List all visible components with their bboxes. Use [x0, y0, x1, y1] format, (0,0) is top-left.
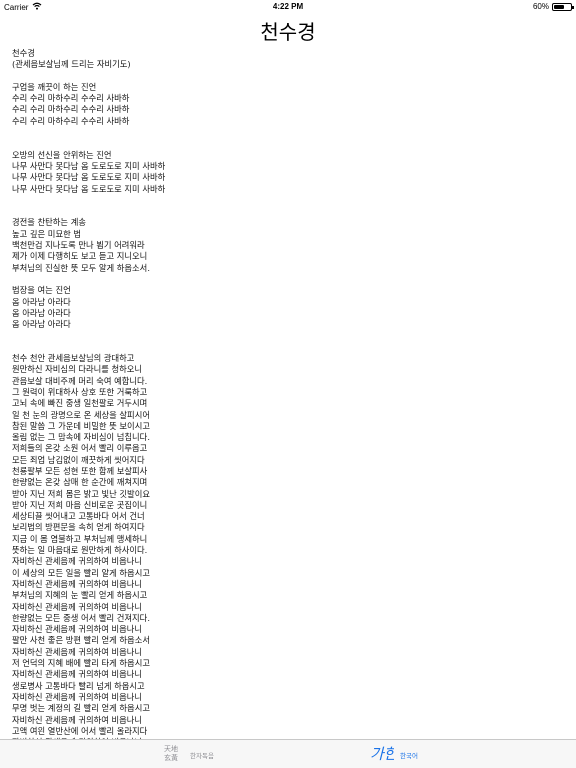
text-line: 천룡팔부 모든 성현 또한 함께 보살피사 — [12, 465, 148, 476]
text-line: 나무 사만다 못다남 옴 도로도로 지미 사바하 — [12, 172, 166, 183]
text-line: 일 천 눈의 광명으로 온 세상을 살피시어 — [12, 409, 150, 420]
text-line: 원만하신 자비심의 다라니를 청하오니 — [12, 364, 143, 375]
tab-korean-label: 한국어 — [400, 751, 418, 760]
text-line: 관음보살 대비주께 머리 숙여 예합니다. — [12, 375, 148, 386]
text-line: 옴 아라남 아라다 — [12, 296, 71, 307]
text-line: 옴 아라남 아라다 — [12, 319, 71, 330]
text-line: 높고 깊은 미묘한 법 — [12, 228, 81, 239]
tab-hanja-label: 한자독음 — [190, 751, 214, 760]
text-line: 수리 수리 마하수리 수수리 사바하 — [12, 93, 130, 104]
text-line: 자비하신 관세음께 귀의하여 비옵나니 — [12, 691, 143, 702]
text-line: 받아 지닌 저희 마음 신비로운 곳집이니 — [12, 499, 148, 510]
text-line: 보리법의 방편문을 속히 얻게 하여지다 — [12, 522, 145, 533]
text-line: 천수 천안 관세음보살님의 광대하고 — [12, 353, 135, 364]
text-line: 생로병사 고통바다 빨리 넘게 하옵시고 — [12, 680, 145, 691]
text-line: 나무 사만다 못다남 옴 도로도로 지미 사바하 — [12, 183, 166, 194]
text-line: 오방의 선신을 안위하는 진언 — [12, 149, 112, 160]
text-line: 경전을 찬탄하는 계송 — [12, 217, 86, 228]
text-line: 참된 말씀 그 가운데 비밀한 뜻 보이시고 — [12, 420, 150, 431]
status-right: 60% — [532, 2, 574, 11]
battery-level — [554, 4, 564, 9]
text-line: 세상티끌 씻어내고 고통바다 어서 건너 — [12, 511, 145, 522]
hangul-icon: 가한 — [370, 743, 400, 767]
page-title: 천수경 — [260, 20, 316, 44]
text-line: 이 세상의 모든 일을 빨리 알게 하옵시고 — [12, 567, 150, 578]
text-line: 저희들의 온갖 소원 어서 빨리 이루옵고 — [12, 443, 148, 454]
battery-percent: 60% — [532, 2, 549, 11]
text-line: 백천만겁 지나도록 만나 뵙기 어려워라 — [12, 240, 145, 251]
status-time: 4:22 PM — [272, 2, 304, 11]
text-line: 수리 수리 마하수리 수수리 사바하 — [12, 104, 130, 115]
text-line: 고뇌 속에 빠진 중생 일천팔로 거두시며 — [12, 398, 148, 409]
text-line: 천수경 — [12, 48, 35, 58]
text-line: 제가 이제 다행히도 보고 듣고 지니오니 — [12, 251, 148, 262]
text-line: 한량없는 온갖 삼매 한 순간에 깨쳐지며 — [12, 477, 148, 488]
text-line: 자비하신 관세음께 귀의하여 비옵나니 — [12, 601, 143, 612]
text-line: 모든 죄업 남김없이 깨끗하게 씻어지다 — [12, 454, 145, 465]
text-line: 한량없는 모든 중생 어서 빨리 건져지다. — [12, 612, 150, 623]
text-paragraph: 천수 천안 관세음보살님의 광대하고 원만하신 자비심의 다라니를 청하오니 관음보… — [12, 353, 532, 740]
text-line: 자비하신 관세음께 귀의하여 비옵나니 — [12, 714, 143, 725]
sutra-text-view[interactable]: 천수경 (관세음보살님께 드리는 자비기도) 구업을 깨끗이 하는 진언 수리 수리 … — [12, 48, 532, 740]
text-paragraph: 경전을 찬탄하는 계송 높고 깊은 미묘한 법 백천만겁 지나도록 만나 뵙기 어려… — [12, 217, 532, 273]
svg-text:가한: 가한 — [370, 745, 394, 763]
text-line: 저 언덕의 지혜 배에 빨리 타게 하옵시고 — [12, 658, 150, 669]
text-line: 지금 이 몸 염불하고 부처님께 맹세하니 — [12, 533, 148, 544]
text-line: 부처님의 진실한 뜻 모두 알게 하옵소서. — [12, 262, 150, 273]
hanja-book-icon: 天地 玄黃 — [162, 743, 184, 767]
svg-text:天地: 天地 — [164, 744, 178, 753]
text-line: 무명 벗는 계정의 길 빨리 얻게 하옵시고 — [12, 703, 150, 714]
text-paragraph: 구업을 깨끗이 하는 진언 수리 수리 마하수리 수수리 사바하 수리 수리 마하수… — [12, 82, 532, 127]
text-line: 자비하신 관세음께 귀의하여 비옵나니 — [12, 624, 143, 635]
text-line: 그 원력이 위대하사 상호 또한 거룩하고 — [12, 386, 148, 397]
text-line: 받아 지닌 저희 몸은 밝고 빛난 깃발이요 — [12, 488, 150, 499]
svg-text:玄黃: 玄黃 — [164, 753, 178, 762]
text-line: (관세음보살님께 드리는 자비기도) — [12, 59, 131, 70]
text-line: 뜻하는 일 마음대로 원만하게 하사이다. — [12, 545, 148, 556]
text-line: 법장을 여는 진언 — [12, 285, 71, 296]
text-line: 고액 여읜 열반산에 어서 빨리 올라지다 — [12, 725, 148, 736]
text-line: 구업을 깨끗이 하는 진언 — [12, 81, 97, 92]
text-line: 자비하신 관세음께 귀의하여 비옵나니 — [12, 669, 143, 680]
tab-bar: 天地 玄黃 한자독음 가한 한국어 — [0, 739, 576, 768]
text-line: 옴 아라남 아라다 — [12, 307, 71, 318]
text-paragraph: 법장을 여는 진언 옴 아라남 아라다 옴 아라남 아라다 옴 아라남 아라다 — [12, 285, 532, 330]
text-line: 자비하신 관세음께 귀의하여 비옵나니 — [12, 646, 143, 657]
text-line: 자비하신 관세음께 귀의하여 비옵나니 — [12, 556, 143, 567]
text-paragraph: 천수경 (관세음보살님께 드리는 자비기도) — [12, 48, 532, 71]
text-line: 자비하신 관세음께 귀의하여 비옵나니 — [12, 578, 143, 589]
status-bar: Carrier 4:22 PM 60% — [0, 0, 576, 14]
battery-icon — [552, 2, 574, 11]
tab-hanja-reading[interactable]: 天地 玄黃 한자독음 — [162, 740, 214, 768]
tab-korean[interactable]: 가한 한국어 — [370, 740, 418, 768]
text-line: 올림 없는 그 맘속에 자비심이 넘칩니다. — [12, 432, 150, 443]
text-line: 수리 수리 마하수리 수수리 사바하 — [12, 115, 130, 126]
text-line: 부처님의 지혜의 눈 빨리 얻게 하옵시고 — [12, 590, 148, 601]
text-line: 나무 사만다 못다남 옴 도로도로 지미 사바하 — [12, 160, 166, 171]
text-paragraph: 오방의 선신을 안위하는 진언 나무 사만다 못다남 옴 도로도로 지미 사바하 나… — [12, 150, 532, 195]
text-line: 팔만 사천 좋은 방편 빨리 얻게 하옵소서 — [12, 635, 150, 646]
